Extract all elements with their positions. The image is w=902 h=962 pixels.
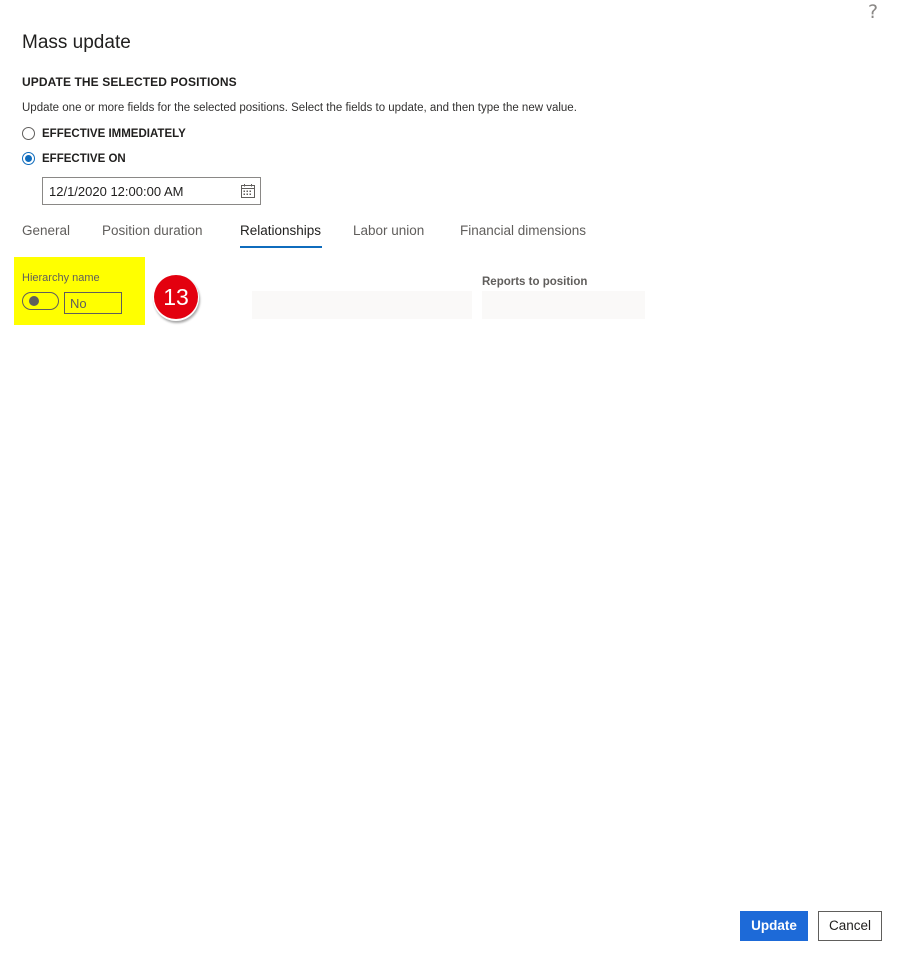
hierarchy-name-toggle-value: No xyxy=(64,292,122,314)
page-title: Mass update xyxy=(22,32,131,53)
toggle-knob xyxy=(29,296,39,306)
step-number: 13 xyxy=(154,275,198,319)
hierarchy-name-toggle[interactable] xyxy=(22,292,59,310)
tab-financial-dimensions[interactable]: Financial dimensions xyxy=(460,223,586,238)
tab-relationships[interactable]: Relationships xyxy=(240,223,321,238)
tab-labor-union[interactable]: Labor union xyxy=(353,223,424,238)
effective-date-input[interactable]: 12/1/2020 12:00:00 AM xyxy=(42,177,261,205)
tab-position-duration[interactable]: Position duration xyxy=(102,223,203,238)
hierarchy-name-label: Hierarchy name xyxy=(22,272,100,284)
section-description: Update one or more fields for the select… xyxy=(22,102,577,114)
hierarchy-field-placeholder[interactable] xyxy=(252,291,472,319)
radio-label: EFFECTIVE ON xyxy=(42,152,126,165)
section-heading: UPDATE THE SELECTED POSITIONS xyxy=(22,75,237,89)
effective-on-radio[interactable]: EFFECTIVE ON xyxy=(22,152,126,165)
effective-date-value[interactable]: 12/1/2020 12:00:00 AM xyxy=(49,184,183,199)
reports-to-position-input[interactable] xyxy=(482,291,645,319)
highlight-box xyxy=(14,257,145,325)
tab-general[interactable]: General xyxy=(22,223,70,238)
radio-label: EFFECTIVE IMMEDIATELY xyxy=(42,127,186,140)
radio-unchecked-icon[interactable] xyxy=(22,127,35,140)
help-icon[interactable]: ? xyxy=(868,2,878,22)
effective-immediately-radio[interactable]: EFFECTIVE IMMEDIATELY xyxy=(22,127,186,140)
cancel-button[interactable]: Cancel xyxy=(818,911,882,941)
radio-checked-icon[interactable] xyxy=(22,152,35,165)
update-button[interactable]: Update xyxy=(740,911,808,941)
active-tab-indicator xyxy=(240,246,322,248)
reports-to-position-label: Reports to position xyxy=(482,276,588,288)
step-number-badge: 13 xyxy=(153,275,199,321)
calendar-icon[interactable] xyxy=(240,183,256,199)
